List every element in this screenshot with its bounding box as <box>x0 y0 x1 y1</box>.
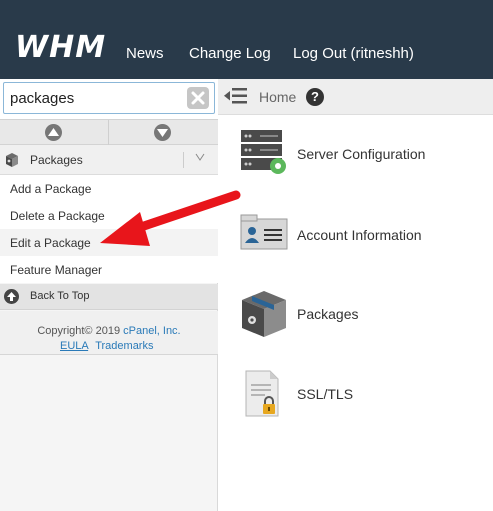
nav-change-log[interactable]: Change Log <box>189 45 271 62</box>
sidebar-footer: Copyright© 2019 cPanel, Inc. EULA Tradem… <box>0 311 218 355</box>
breadcrumb: Home ? <box>218 79 493 115</box>
packages-icon <box>240 290 288 343</box>
chevron-down-icon <box>154 124 171 141</box>
main-item-ssl-tls[interactable]: SSL/TLS <box>240 370 493 420</box>
back-to-top-label: Back To Top <box>30 290 90 302</box>
menu-toggle-icon[interactable] <box>224 87 248 110</box>
category-divider <box>183 152 184 168</box>
sidebar-item-edit-package[interactable]: Edit a Package <box>0 229 218 256</box>
scroll-arrow-row <box>0 119 218 145</box>
sidebar-item-feature-manager[interactable]: Feature Manager <box>0 256 218 283</box>
package-icon <box>4 153 20 172</box>
main-item-account-information[interactable]: Account Information <box>240 213 493 263</box>
arrow-up-icon <box>4 289 19 304</box>
cpanel-link[interactable]: cPanel, Inc. <box>123 325 180 337</box>
main-item-server-configuration[interactable]: Server Configuration <box>240 128 493 178</box>
search-input[interactable] <box>3 82 215 114</box>
search-bar <box>0 79 218 119</box>
clear-icon[interactable] <box>187 87 209 109</box>
copyright-text: Copyright© 2019 <box>37 325 121 337</box>
chevron-up-icon <box>45 124 62 141</box>
back-to-top-button[interactable]: Back To Top <box>0 284 218 310</box>
sidebar-item-add-package[interactable]: Add a Package <box>0 175 218 202</box>
trademarks-link[interactable]: Trademarks <box>95 340 153 352</box>
main-item-label: Account Information <box>297 227 422 243</box>
category-label: Packages <box>30 153 83 167</box>
category-packages[interactable]: Packages <box>0 145 218 175</box>
nav-news[interactable]: News <box>126 45 164 62</box>
footer-links: EULA Trademarks <box>60 340 153 352</box>
main-item-label: Packages <box>297 306 359 322</box>
scroll-up-button[interactable] <box>0 120 109 145</box>
top-bar: WHM News Change Log Log Out (ritneshh) <box>0 0 493 79</box>
server-configuration-icon <box>240 128 288 183</box>
ssl-tls-icon <box>240 370 288 423</box>
help-icon[interactable]: ? <box>306 88 324 106</box>
breadcrumb-home[interactable]: Home <box>259 89 296 105</box>
sidebar: Packages Add a Package Delete a Package … <box>0 79 218 511</box>
main-item-label: SSL/TLS <box>297 386 354 402</box>
main-item-packages[interactable]: Packages <box>240 290 493 340</box>
nav-log-out[interactable]: Log Out (ritneshh) <box>293 45 414 62</box>
main-item-label: Server Configuration <box>297 146 426 162</box>
account-information-icon <box>240 213 288 258</box>
copyright: Copyright© 2019 cPanel, Inc. <box>0 325 218 337</box>
sidebar-item-delete-package[interactable]: Delete a Package <box>0 202 218 229</box>
whm-logo[interactable]: WHM <box>15 30 106 65</box>
collapse-chevron-icon[interactable] <box>195 152 205 165</box>
eula-link[interactable]: EULA <box>60 340 88 352</box>
scroll-down-button[interactable] <box>109 120 218 145</box>
